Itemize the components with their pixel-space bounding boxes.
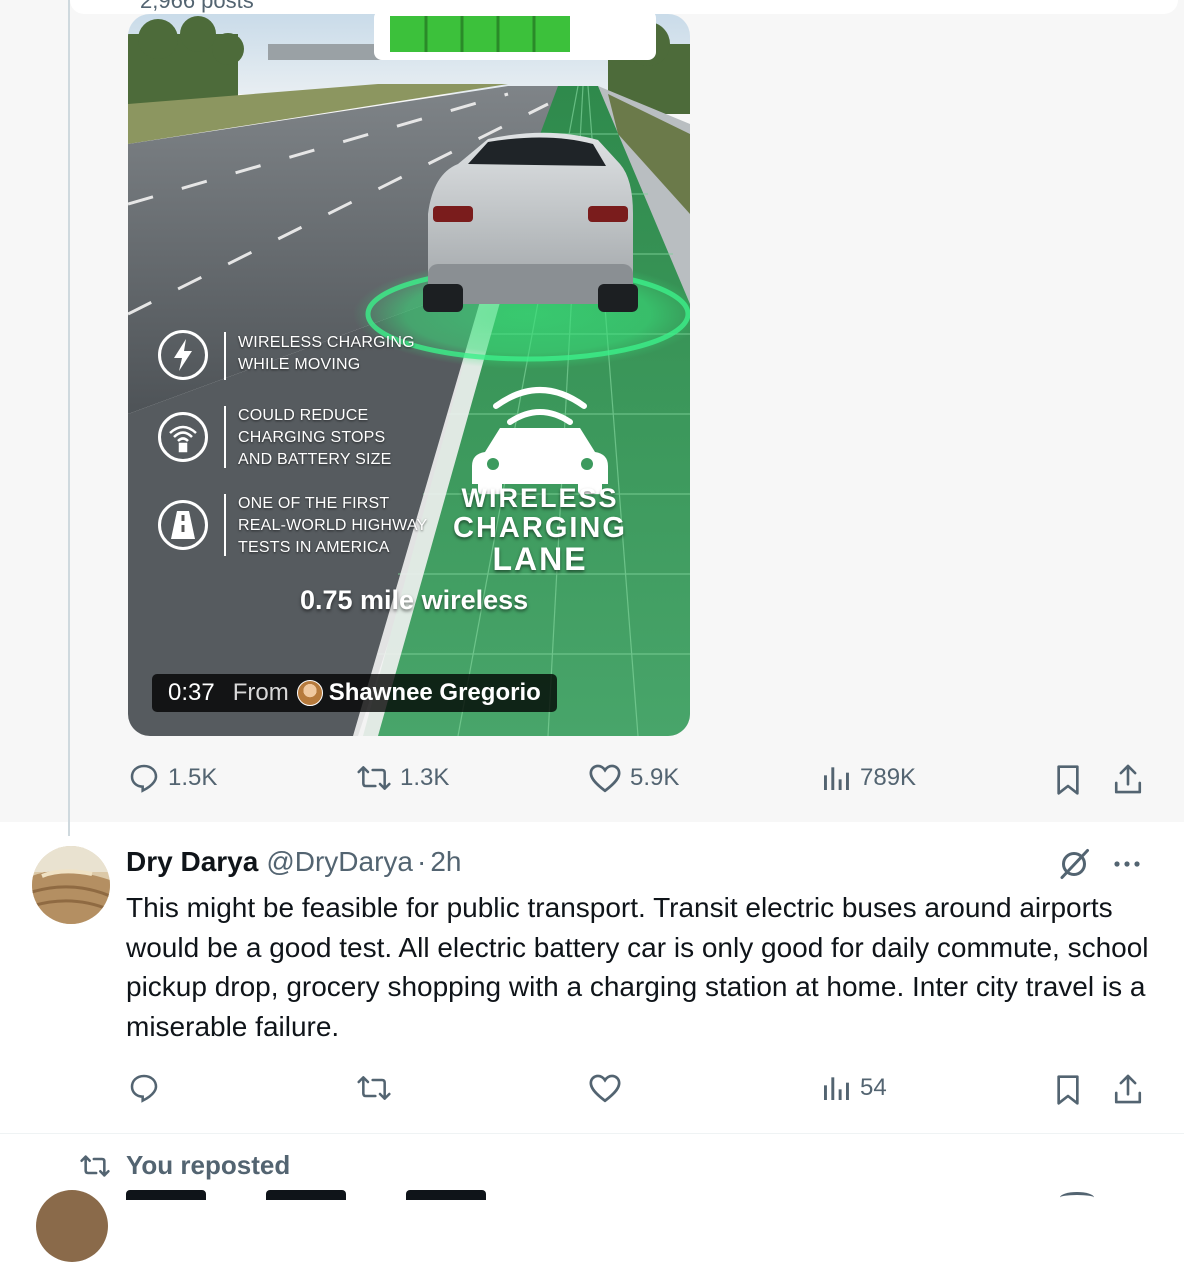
repost-button[interactable]: 1.3K <box>356 762 449 794</box>
separator-dot: · <box>416 846 427 877</box>
share-button[interactable] <box>1112 762 1144 796</box>
next-tweet-grok-icon[interactable] <box>1060 1192 1094 1203</box>
views-button[interactable]: 54 <box>820 1072 887 1104</box>
repost-banner: You reposted <box>78 1150 290 1181</box>
feature-text-2: COULD REDUCE CHARGING STOPS AND BATTERY … <box>238 407 392 468</box>
feature-text-3: ONE OF THE FIRST REAL-WORLD HIGHWAY TEST… <box>238 495 428 556</box>
source-avatar <box>296 680 323 706</box>
feature-divider <box>224 494 226 556</box>
bookmark-button[interactable] <box>1052 762 1084 798</box>
clipped-post-count: 2,966 posts <box>140 0 254 13</box>
share-button[interactable] <box>1112 1072 1144 1106</box>
lane-title-line-2: CHARGING <box>453 512 627 544</box>
bookmark-button[interactable] <box>1052 1072 1084 1108</box>
repost-button[interactable] <box>356 1072 392 1104</box>
grok-icon[interactable] <box>1056 846 1092 887</box>
wifi-lock-icon <box>158 412 208 462</box>
video-source-badge: 0:37 From Shawnee Gregorio <box>152 674 557 712</box>
views-icon <box>824 767 849 790</box>
next-tweet-header-cut <box>126 1190 726 1200</box>
reply-button[interactable]: 1.5K <box>128 762 217 794</box>
share-icon <box>1114 764 1142 794</box>
avatar[interactable] <box>32 846 110 924</box>
reply-button[interactable] <box>128 1072 160 1104</box>
tweet-video[interactable]: WIRELESS CHARGING WHILE MOVING COULD RED… <box>128 14 690 736</box>
views-icon <box>824 1077 849 1100</box>
like-button[interactable]: 5.9K <box>588 762 679 794</box>
source-name[interactable]: Shawnee Gregorio <box>329 679 541 707</box>
more-options-icon[interactable] <box>1112 852 1142 881</box>
video-duration: 0:37 <box>168 679 215 706</box>
repost-icon <box>80 1154 110 1177</box>
reply-header: Dry Darya @DryDarya · 2h <box>126 846 461 878</box>
lightning-icon <box>158 330 208 380</box>
thread-line <box>68 0 70 836</box>
reply-text: This might be feasible for public transp… <box>126 892 1149 1042</box>
reply-icon <box>130 1074 158 1103</box>
highway-icon <box>158 500 208 550</box>
heart-icon <box>589 1074 621 1103</box>
views-button[interactable]: 789K <box>820 762 916 794</box>
reply-icon <box>130 764 158 793</box>
heart-icon <box>589 764 621 793</box>
feature-divider <box>224 406 226 468</box>
like-button[interactable] <box>588 1072 622 1104</box>
reply-author-handle[interactable]: @DryDarya <box>266 846 413 878</box>
lane-title-line-3: LANE <box>492 541 588 577</box>
tweet-divider <box>0 1133 1184 1134</box>
views-count: 54 <box>860 1074 887 1101</box>
views-count: 789K <box>860 764 917 791</box>
reply-count: 1.5K <box>168 764 218 791</box>
repost-banner-text: You reposted <box>126 1150 291 1180</box>
reply-timestamp[interactable]: 2h <box>430 846 461 878</box>
reply-author-name[interactable]: Dry Darya <box>126 846 258 878</box>
like-count: 5.9K <box>630 764 680 791</box>
lane-title-line-1: WIRELESS <box>461 483 619 513</box>
bookmark-icon <box>1057 1075 1079 1105</box>
repost-icon <box>357 1076 391 1100</box>
distance-text: 0.75 mile wireless <box>300 585 529 615</box>
share-icon <box>1114 1074 1142 1104</box>
battery-graphic <box>374 14 656 60</box>
feature-text-1: WIRELESS CHARGING WHILE MOVING <box>238 334 415 373</box>
from-label: From <box>232 679 289 706</box>
repost-count: 1.3K <box>400 764 450 791</box>
repost-icon <box>357 766 391 790</box>
feature-divider <box>224 332 226 380</box>
quoted-card-top-edge: 2,966 posts <box>70 0 1178 14</box>
next-tweet-avatar[interactable] <box>36 1190 108 1262</box>
bookmark-icon <box>1057 765 1079 795</box>
